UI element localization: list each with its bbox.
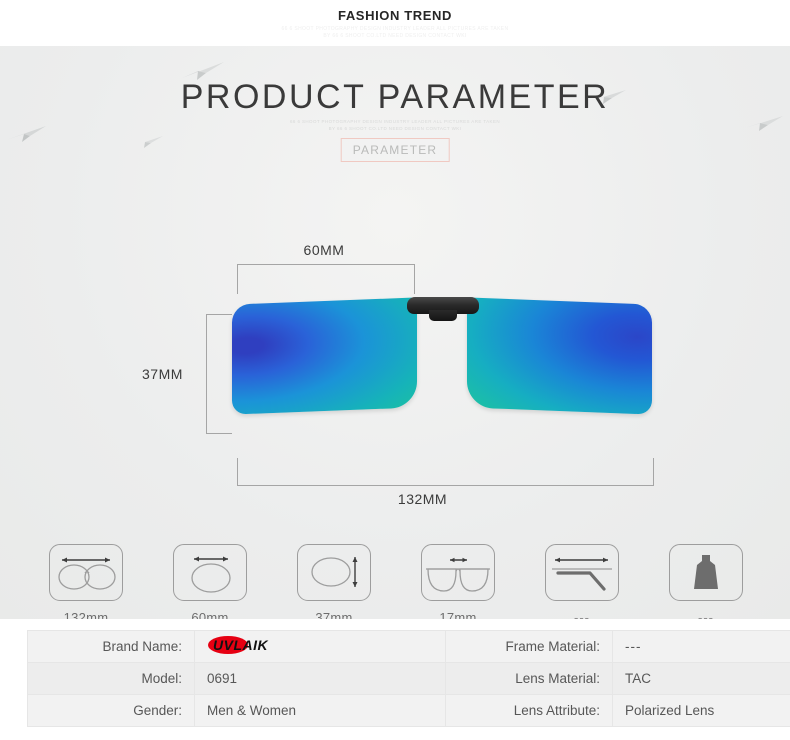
main-panel: PRODUCT PARAMETER 66 6 SHOOT PHOTOGRAPHY… xyxy=(0,46,790,619)
table-row: Gender: Men & Women Lens Attribute: Pola… xyxy=(27,694,790,727)
page-title: PRODUCT PARAMETER xyxy=(180,78,610,116)
temple-length-icon xyxy=(545,544,619,601)
frame-material-key: Frame Material: xyxy=(445,630,613,663)
measure-label: --- xyxy=(698,610,714,619)
lens-width-dimension-label: 60MM xyxy=(303,242,345,258)
table-row: Brand Name: UVLAIK Frame Material: --- xyxy=(27,630,790,663)
gender-key: Gender: xyxy=(27,694,195,727)
clip-on-sunglasses-image xyxy=(232,297,652,421)
brand-name-key: Brand Name: xyxy=(27,630,195,663)
lens-width-bracket xyxy=(237,264,415,294)
uvlaik-logo: UVLAIK xyxy=(207,635,315,655)
lens-height-dimension-label: 37MM xyxy=(142,366,183,382)
bridge-width-icon xyxy=(421,544,495,601)
lens-attribute-key: Lens Attribute: xyxy=(445,694,613,727)
measurement-icon-row: 132mm 60mm 37mm 17mm --- --- xyxy=(0,544,790,619)
frame-width-bracket xyxy=(237,458,654,486)
page-subtitle-line2: BY 66 6 SHOOT CO.LTD NEED DESIGN CONTACT… xyxy=(328,126,462,131)
lens-height-icon xyxy=(297,544,371,601)
page-subtitle-line1: 66 6 SHOOT PHOTOGRAPHY DESIGN INDUSTRY L… xyxy=(289,119,500,124)
measure-item-frame-width: 132mm xyxy=(24,544,148,619)
measure-label: --- xyxy=(574,610,590,619)
weight-icon xyxy=(669,544,743,601)
measure-label: 132mm xyxy=(63,610,109,619)
model-key: Model: xyxy=(27,662,195,695)
left-lens xyxy=(232,297,417,415)
lens-height-bracket xyxy=(206,314,232,434)
frame-material-value: --- xyxy=(612,630,790,663)
frame-width-dimension-label: 132MM xyxy=(397,491,448,507)
brand-name-value: UVLAIK xyxy=(194,630,446,663)
paper-plane-icon xyxy=(133,134,165,149)
specification-table: Brand Name: UVLAIK Frame Material: --- M… xyxy=(27,630,790,727)
measure-item-lens-height: 37mm xyxy=(272,544,396,619)
svg-text:UVLAIK: UVLAIK xyxy=(213,637,269,653)
top-banner-subtitle-line2: BY 66 6 SHOOT CO.LTD NEED DESIGN CONTACT… xyxy=(323,33,467,39)
product-dimension-zone: 60MM 37MM 132MM xyxy=(0,186,790,516)
gender-value: Men & Women xyxy=(194,694,446,727)
measure-label: 37mm xyxy=(315,610,353,619)
frame-width-icon xyxy=(49,544,123,601)
measure-item-weight: --- xyxy=(644,544,768,619)
top-banner-subtitle-line1: 66 6 SHOOT PHOTOGRAPHY DESIGN INDUSTRY L… xyxy=(281,26,509,32)
measure-item-lens-width: 60mm xyxy=(148,544,272,619)
lens-material-value: TAC xyxy=(612,662,790,695)
measure-item-temple-length: --- xyxy=(520,544,644,619)
measure-item-bridge-width: 17mm xyxy=(396,544,520,619)
product-parameter-page: FASHION TREND 66 6 SHOOT PHOTOGRAPHY DES… xyxy=(0,0,790,740)
measure-label: 60mm xyxy=(191,610,229,619)
lens-attribute-value: Polarized Lens xyxy=(612,694,790,727)
top-banner-subtitle: 66 6 SHOOT PHOTOGRAPHY DESIGN INDUSTRY L… xyxy=(0,26,790,40)
right-lens xyxy=(467,297,652,415)
top-banner: FASHION TREND 66 6 SHOOT PHOTOGRAPHY DES… xyxy=(0,0,790,46)
lens-width-icon xyxy=(173,544,247,601)
fashion-trend-title: FASHION TREND xyxy=(338,8,452,23)
measure-label: 17mm xyxy=(439,610,477,619)
table-row: Model: 0691 Lens Material: TAC xyxy=(27,662,790,695)
specification-table-container: Brand Name: UVLAIK Frame Material: --- M… xyxy=(0,630,790,740)
page-subtitle: 66 6 SHOOT PHOTOGRAPHY DESIGN INDUSTRY L… xyxy=(0,118,790,132)
model-value: 0691 xyxy=(194,662,446,695)
bridge-clip xyxy=(407,297,479,321)
lens-material-key: Lens Material: xyxy=(445,662,613,695)
parameter-badge: PARAMETER xyxy=(340,138,450,162)
